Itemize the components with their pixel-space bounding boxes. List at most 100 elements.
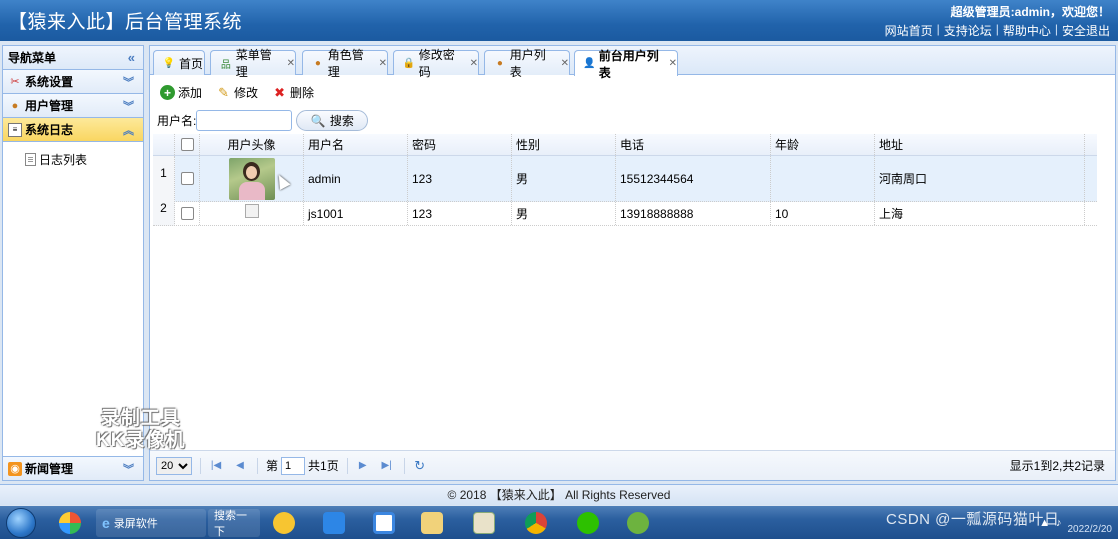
nav-section-logs[interactable]: ≡ 系统日志 ︽ [3, 118, 143, 142]
tab-home[interactable]: 💡 首页 [153, 50, 205, 75]
search-button-label: 搜索 [329, 114, 354, 128]
logout-link[interactable]: 安全退出 [1062, 22, 1110, 39]
main-panel: 💡 首页 品 菜单管理 ✕ ● 角色管理 ✕ 🔒 修改密码 ✕ ● 用户列表 ✕… [149, 45, 1116, 481]
close-icon[interactable]: ✕ [470, 58, 478, 69]
pager-info: 显示1到2,共2记录 [1009, 459, 1105, 473]
row-checkbox[interactable] [180, 207, 194, 220]
nav-item-log-list[interactable]: 日志列表 [3, 150, 143, 168]
close-icon[interactable]: ✕ [379, 58, 387, 69]
search-row: 用户名: 🔍 搜索 [157, 110, 369, 131]
close-icon[interactable]: ✕ [669, 58, 677, 69]
address-cell: 河南周口 [875, 156, 1085, 201]
username-search-input[interactable] [196, 110, 293, 131]
column-header-password[interactable]: 密码 [408, 134, 512, 155]
kk-recorder-watermark: 录制工具 KK录像机 [96, 408, 185, 452]
home-site-link[interactable]: 网站首页 [885, 22, 933, 39]
role-icon: ● [314, 57, 321, 69]
tray-date[interactable]: 2022/2/20 [1068, 524, 1113, 535]
column-header-sex[interactable]: 性别 [512, 134, 616, 155]
row-select-cell [175, 202, 200, 225]
wechat-icon[interactable] [566, 509, 610, 537]
tab-menu-management[interactable]: 品 菜单管理 ✕ [210, 48, 296, 79]
delete-icon: ✖ [274, 84, 285, 100]
avatar-cell [200, 202, 304, 225]
sex-cell: 男 [512, 156, 616, 201]
tools-icon: ✂ [10, 76, 20, 88]
password-cell: 123 [408, 156, 512, 201]
next-page-icon[interactable]: ▶ [354, 457, 372, 475]
column-header-address[interactable]: 地址 [875, 134, 1085, 155]
chick-app-icon[interactable] [262, 509, 306, 537]
select-all-checkbox[interactable] [180, 138, 194, 151]
refresh-icon[interactable]: ↻ [411, 457, 429, 475]
close-icon[interactable]: ✕ [287, 58, 295, 69]
page-prefix: 第 [266, 459, 279, 473]
username-cell: js1001 [304, 202, 408, 225]
add-button[interactable]: + 添加 [160, 84, 202, 101]
close-icon[interactable]: ✕ [561, 58, 569, 69]
tab-frontend-user-list[interactable]: 👤 前台用户列表 ✕ [574, 49, 678, 80]
tab-change-password[interactable]: 🔒 修改密码 ✕ [393, 48, 479, 79]
column-header-username[interactable]: 用户名 [304, 134, 408, 155]
table-row[interactable]: js1001 123 男 13918888888 10 上海 [153, 202, 1097, 226]
log-icon: ≡ [8, 122, 22, 137]
tab-user-list[interactable]: ● 用户列表 ✕ [484, 48, 570, 79]
prev-page-icon[interactable]: ◀ [231, 457, 249, 475]
start-button[interactable] [6, 508, 36, 538]
tab-role-management[interactable]: ● 角色管理 ✕ [302, 48, 388, 79]
app-title: 【猿来入此】后台管理系统 [8, 12, 243, 33]
nav-section-system[interactable]: ✂ 系统设置 ︾ [3, 70, 143, 94]
taskbar-task-ie[interactable]: e 录屏软件 [96, 509, 206, 537]
sex-cell: 男 [512, 202, 616, 225]
first-page-icon[interactable]: |◀ [207, 457, 225, 475]
nav-section-users[interactable]: ● 用户管理 ︾ [3, 94, 143, 118]
person-icon: 👤 [583, 58, 596, 69]
nav-item-label: 日志列表 [39, 152, 88, 167]
delete-button[interactable]: ✖ 删除 [272, 84, 314, 101]
forum-link[interactable]: 支持论坛 [944, 22, 992, 39]
page-size-select[interactable]: 20 [156, 456, 192, 475]
phone-cell: 15512344564 [616, 156, 771, 201]
collapse-left-icon[interactable]: « [128, 50, 135, 65]
help-link[interactable]: 帮助中心 [1003, 22, 1051, 39]
column-header-age[interactable]: 年龄 [771, 134, 875, 155]
tab-label: 用户列表 [509, 48, 546, 79]
age-cell: 10 [771, 202, 875, 225]
last-page-icon[interactable]: ▶| [378, 457, 396, 475]
kk-watermark-line2: KK录像机 [96, 430, 186, 451]
row-select-cell [175, 156, 200, 201]
ie-icon: e [102, 515, 110, 531]
butterfly-app-icon[interactable] [48, 509, 92, 537]
edit-button[interactable]: ✎ 修改 [216, 84, 258, 101]
tab-label: 前台用户列表 [598, 48, 659, 80]
add-icon: + [160, 85, 175, 100]
nav-section-news[interactable]: ◉ 新闻管理 ︾ [3, 456, 143, 480]
spring-app-icon[interactable] [616, 509, 660, 537]
nav-section-label: 新闻管理 [25, 462, 74, 476]
avatar [228, 157, 275, 200]
taskbar-task-search[interactable]: 搜索一下 [208, 509, 260, 538]
csdn-watermark: CSDN @一瓢源码猫叶日 [886, 511, 1060, 528]
nav-section-label: 系统日志 [25, 123, 74, 137]
page-total: 共1页 [308, 459, 339, 473]
edit-label: 修改 [234, 86, 259, 100]
nav-header-label: 导航菜单 [8, 51, 57, 65]
row-checkbox[interactable] [180, 172, 194, 185]
chart-app-icon[interactable] [462, 509, 506, 537]
column-header-phone[interactable]: 电话 [616, 134, 771, 155]
chrome-icon[interactable] [514, 509, 558, 537]
table-row[interactable]: 1 2 admin 123 男 15512344564 河南周口 [153, 156, 1097, 226]
pen-app-icon[interactable] [312, 509, 356, 537]
tab-label: 菜单管理 [235, 48, 272, 79]
tab-label: 修改密码 [418, 48, 455, 79]
folder-icon[interactable] [410, 509, 454, 537]
cloud-app-icon[interactable] [362, 509, 406, 537]
tab-strip: 💡 首页 品 菜单管理 ✕ ● 角色管理 ✕ 🔒 修改密码 ✕ ● 用户列表 ✕… [150, 46, 1115, 80]
user-icon: ● [496, 57, 503, 69]
page-number-input[interactable] [281, 456, 306, 475]
pager-separator [257, 457, 258, 474]
lightbulb-icon: 💡 [162, 57, 176, 69]
delete-label: 删除 [290, 86, 315, 100]
search-button[interactable]: 🔍 搜索 [296, 110, 369, 131]
column-header-avatar[interactable]: 用户头像 [200, 134, 304, 155]
